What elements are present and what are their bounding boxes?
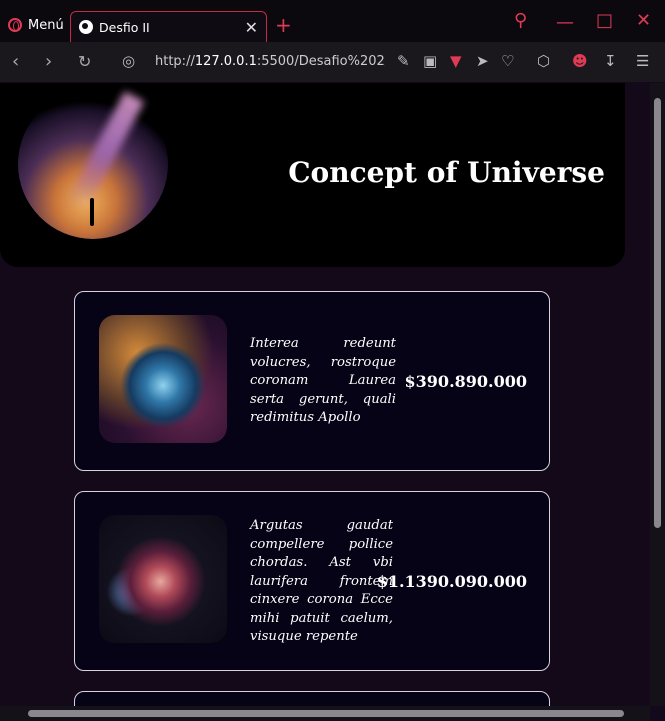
page-title: Concept of Universe	[288, 156, 605, 189]
new-tab-button[interactable]: +	[275, 13, 292, 37]
opera-menu-button[interactable]: Menú	[4, 10, 66, 40]
product-card: Argutas gaudat compellere pollice chorda…	[74, 491, 550, 671]
menu-label: Menú	[28, 17, 64, 33]
tab-title: Desfio II	[99, 19, 150, 35]
page-viewport: Concept of Universe Interea redeunt volu…	[0, 83, 650, 706]
minimize-icon[interactable]: —	[556, 12, 574, 33]
url-prefix: http://	[155, 54, 195, 69]
url-field[interactable]: http://127.0.0.1:5500/Desafio%202/inde:	[155, 54, 385, 69]
card-price: $390.890.000	[404, 372, 527, 391]
profile-icon[interactable]: ☻	[572, 52, 588, 70]
tab-active[interactable]: Desfio II ✕	[70, 11, 267, 42]
product-card	[74, 691, 550, 706]
orion-nebula-image	[99, 515, 227, 643]
page-header: Concept of Universe	[0, 83, 625, 267]
vertical-scrollbar[interactable]	[650, 83, 665, 706]
browser-window: Menú Desfio II ✕ + ⚲ — □ ✕ ‹ › ↻ ◎ http:…	[0, 0, 665, 721]
search-icon[interactable]: ⚲	[514, 10, 527, 31]
easy-setup-icon[interactable]: ☰	[636, 52, 649, 70]
globe-icon	[79, 20, 93, 34]
vertical-scroll-thumb[interactable]	[654, 98, 661, 528]
cube-icon[interactable]: ⬡	[537, 52, 550, 70]
edit-icon[interactable]: ✎	[397, 52, 410, 70]
address-bar: ‹ › ↻ ◎ http://127.0.0.1:5500/Desafio%20…	[0, 42, 665, 82]
reload-icon[interactable]: ↻	[78, 52, 91, 71]
card-description: Interea redeunt volucres, rostroque coro…	[250, 336, 396, 425]
site-info-icon[interactable]: ◎	[122, 52, 135, 70]
horizontal-scroll-thumb[interactable]	[28, 710, 624, 717]
close-window-icon[interactable]: ✕	[636, 10, 651, 31]
card-description: Argutas gaudat compellere pollice chorda…	[250, 518, 393, 644]
tab-bar: Menú Desfio II ✕ + ⚲ — □ ✕	[0, 0, 665, 43]
heart-icon[interactable]: ♡	[501, 52, 514, 70]
forward-icon[interactable]: ›	[45, 51, 52, 72]
bubble-nebula-image	[99, 315, 227, 443]
maximize-icon[interactable]: □	[596, 10, 613, 31]
back-icon[interactable]: ‹	[12, 51, 19, 72]
horizontal-scrollbar[interactable]	[0, 706, 650, 721]
close-tab-icon[interactable]: ✕	[245, 18, 258, 37]
camera-icon[interactable]: ▣	[423, 52, 437, 70]
opera-logo-icon	[8, 18, 22, 32]
url-rest: :5500/Desafio%202/inde:	[256, 54, 385, 69]
download-icon[interactable]: ↧	[604, 52, 617, 70]
send-icon[interactable]: ➤	[476, 52, 489, 70]
card-price: $1.1390.090.000	[376, 572, 527, 591]
product-card: Interea redeunt volucres, rostroque coro…	[74, 291, 550, 471]
silhouette	[90, 198, 94, 226]
shield-icon[interactable]: ▼	[450, 52, 462, 70]
url-host: 127.0.0.1	[194, 54, 257, 69]
